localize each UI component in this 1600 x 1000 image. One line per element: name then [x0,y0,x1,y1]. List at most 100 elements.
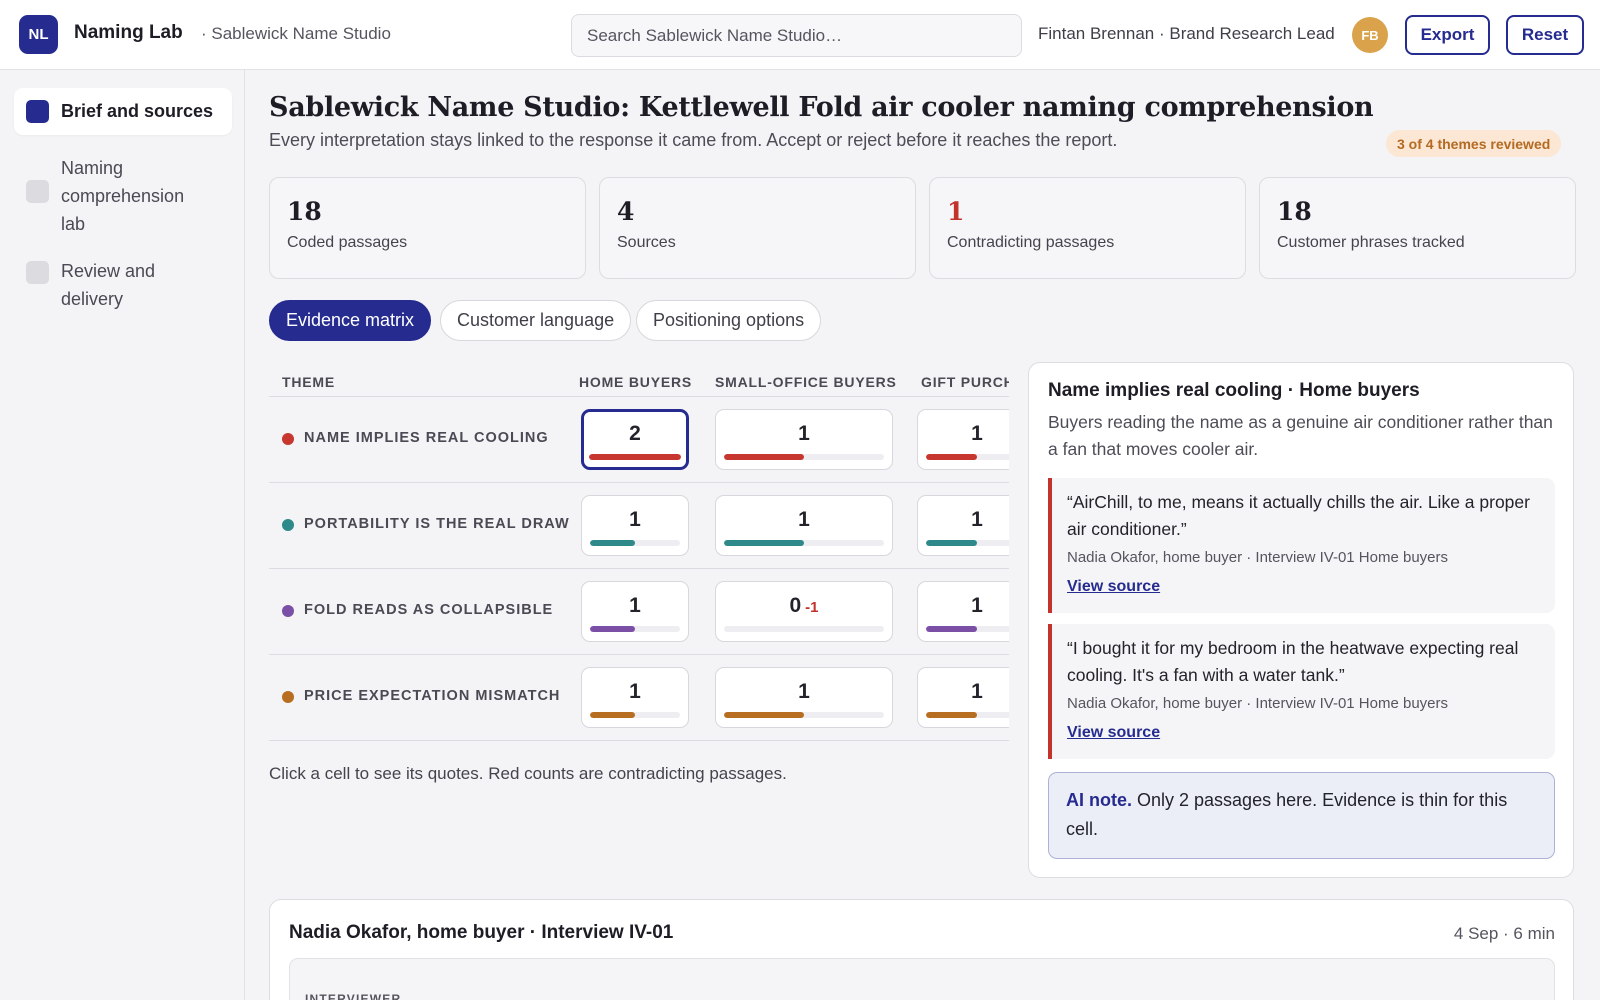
cell-bar-track [590,712,680,718]
matrix-cell[interactable]: 1 [715,495,893,556]
cell-bar-track [590,626,680,632]
cell-bar-track [590,540,680,546]
cell-count: 2 [584,422,686,446]
reset-button[interactable]: Reset [1506,15,1584,55]
column-header-gift-purchasers: GIFT PURCHASERS [921,374,1009,390]
stat-label: Customer phrases tracked [1277,234,1465,251]
cell-count: 1 [918,508,1009,532]
cell-bar-track [724,540,884,546]
theme-color-dot [282,433,294,445]
workspace-name: · Sablewick Name Studio [201,24,391,43]
view-source-link[interactable]: View source [1067,578,1160,596]
search-input[interactable] [571,14,1022,57]
cell-count-value: 1 [629,508,641,531]
quote-card: “I bought it for my bedroom in the heatw… [1048,624,1555,759]
sidebar-item-review-and-delivery[interactable]: Review and delivery [14,245,232,325]
quote-attribution: Nadia Okafor, home buyer · Interview IV-… [1067,549,1449,566]
theme-label: FOLD READS AS COLLAPSIBLE [304,602,554,618]
cell-count: 1 [716,422,892,446]
sidebar-item-naming-comprehension-lab[interactable]: Naming comprehension lab [14,142,204,250]
cell-bar-track [724,626,884,632]
theme-color-dot [282,519,294,531]
sidebar-item-label: Review and delivery [61,261,156,309]
stat-label: Contradicting passages [947,234,1115,251]
matrix-cell[interactable]: 1 [581,667,689,728]
cell-bar-track [926,454,1009,460]
cell-bar-fill [724,712,804,718]
quote-attribution: Nadia Okafor, home buyer · Interview IV-… [1067,695,1449,712]
detail-title: Name implies real cooling · Home buyers [1048,380,1420,401]
cell-bar-track [724,454,884,460]
stat-label: Coded passages [287,234,408,251]
quote-text: “AirChill, to me, means it actually chil… [1067,492,1530,539]
tab-evidence-matrix[interactable]: Evidence matrix [269,300,432,341]
sidebar-item-label: Brief and sources [61,101,214,121]
cell-bar-track [926,712,1009,718]
cell-count-value: 2 [629,422,641,445]
app-logo[interactable]: NL [19,15,58,54]
matrix-cell[interactable]: 1 [715,667,893,728]
matrix-cell[interactable]: 1 [715,409,893,470]
cell-count: 1 [918,422,1009,446]
detail-description: Buyers reading the name as a genuine air… [1048,412,1553,459]
cell-bar-fill [926,712,977,718]
theme-color-dot [282,605,294,617]
cell-bar-track [926,626,1009,632]
stat-value: 18 [287,197,322,226]
avatar[interactable]: FB [1352,17,1388,53]
cell-bar-track [926,540,1009,546]
cell-count-value: 1 [971,422,983,445]
cell-count-value: 1 [629,680,641,703]
matrix-cell[interactable]: 0 -1 [715,581,893,642]
stat-card-customer-phrases: 18 Customer phrases tracked [1259,177,1576,279]
tab-customer-language[interactable]: Customer language [440,300,632,341]
ai-note: AI note. Only 2 passages here. Evidence … [1048,772,1555,859]
matrix-cell[interactable]: 1 [917,581,1009,642]
stat-value: 4 [617,197,635,226]
matrix-cell[interactable]: 1 [581,581,689,642]
transcript-meta: 4 Sep · 6 min [1453,924,1555,943]
cell-bar-fill [589,454,681,460]
cell-bar-fill [926,454,977,460]
transcript-title: Nadia Okafor, home buyer · Interview IV-… [289,922,674,943]
transcript-body: INTERVIEWER [289,958,1555,1000]
cell-bar-fill [590,540,635,546]
cell-count: 1 [716,680,892,704]
page-subtitle: Every interpretation stays linked to the… [269,130,1118,150]
matrix-cell[interactable]: 1 [917,667,1009,728]
cell-count-value: 1 [971,508,983,531]
step-indicator-icon [26,261,49,284]
matrix-hint: Click a cell to see its quotes. Red coun… [269,764,787,783]
stat-label: Sources [617,234,676,251]
row-divider [269,740,1009,741]
cell-bar-fill [590,626,635,632]
stat-card-sources: 4 Sources [599,177,916,279]
cell-bar-fill [724,540,804,546]
step-indicator-icon [26,180,49,203]
column-header-home-buyers: HOME BUYERS [579,374,693,390]
speaker-label: INTERVIEWER [305,992,402,1000]
cell-count-value: 1 [798,680,810,703]
column-header-small-office-buyers: SMALL-OFFICE BUYERS [715,374,897,390]
matrix-cell[interactable]: 1 [917,495,1009,556]
stat-card-contradicting-passages: 1 Contradicting passages [929,177,1246,279]
stat-value: 18 [1277,197,1312,226]
matrix-cell[interactable]: 1 [581,495,689,556]
sidebar-item-brief-and-sources[interactable]: Brief and sources [14,88,232,135]
cell-count: 0 -1 [716,594,892,618]
cell-bar-track [589,454,681,460]
cell-count: 1 [582,508,688,532]
app-name: Naming Lab [74,22,183,43]
view-source-link[interactable]: View source [1067,724,1160,742]
tab-positioning-options[interactable]: Positioning options [636,300,822,341]
cell-bar-fill [590,712,635,718]
cell-detail-panel: Name implies real cooling · Home buyers … [1028,362,1574,878]
theme-label: PORTABILITY IS THE REAL DRAW [304,516,570,532]
theme-label: PRICE EXPECTATION MISMATCH [304,688,561,704]
row-divider [269,482,1009,483]
export-button[interactable]: Export [1405,15,1490,55]
matrix-cell[interactable]: 1 [917,409,1009,470]
cell-count: 1 [918,680,1009,704]
review-status-badge: 3 of 4 themes reviewed [1386,130,1562,157]
matrix-cell[interactable]: 2 [581,409,689,470]
